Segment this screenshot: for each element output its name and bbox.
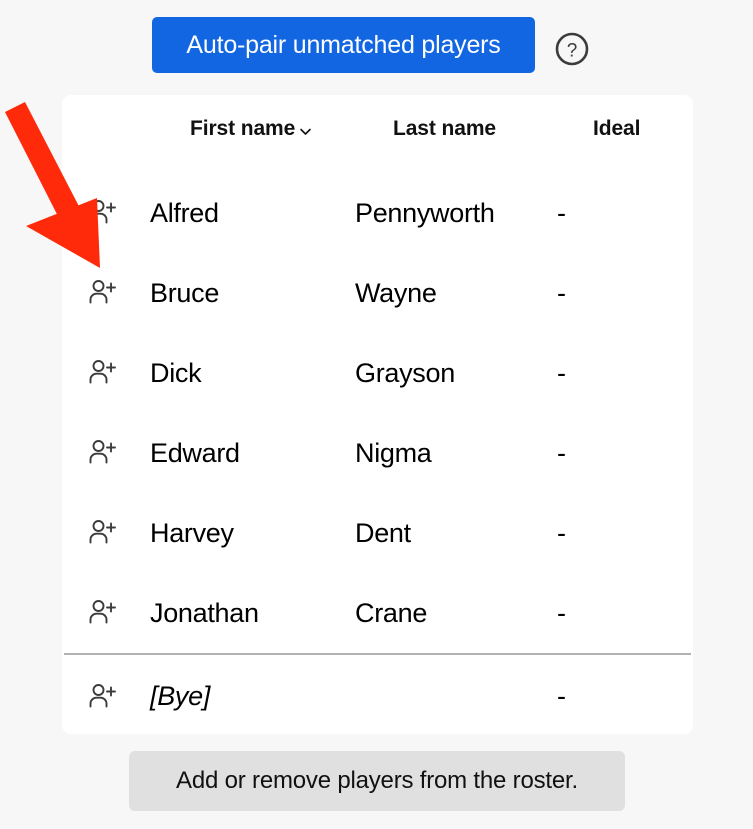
person-add-icon[interactable] (88, 198, 118, 228)
person-add-icon[interactable] (88, 278, 118, 308)
cell-ideal: - (557, 437, 566, 468)
cell-first-name: Edward (150, 437, 240, 468)
table-body: Alfred Pennyworth - Bruce Wayne - Dick Grayson -… (62, 173, 693, 738)
cell-first-name: Dick (150, 357, 202, 388)
cell-ideal: - (557, 681, 566, 711)
cell-last-name: Dent (355, 517, 411, 548)
column-header-first-name[interactable]: First name (190, 117, 312, 141)
table-row[interactable]: Harvey Dent - (62, 493, 693, 573)
cell-ideal: - (557, 597, 566, 628)
table-header-row: First name Last name Ideal (62, 95, 693, 173)
table-row[interactable]: Bruce Wayne - (62, 253, 693, 333)
cell-first-name: [Bye] (150, 681, 211, 711)
cell-last-name: Pennyworth (355, 197, 495, 228)
cell-first-name: Harvey (150, 517, 234, 548)
cell-last-name: Wayne (355, 277, 437, 308)
person-add-icon[interactable] (88, 438, 118, 468)
table-row[interactable]: Jonathan Crane - (62, 573, 693, 653)
cell-ideal: - (557, 277, 566, 308)
table-row[interactable]: Edward Nigma - (62, 413, 693, 493)
table-row[interactable]: Alfred Pennyworth - (62, 173, 693, 253)
cell-last-name: Nigma (355, 437, 432, 468)
auto-pair-unmatched-players-button[interactable]: Auto-pair unmatched players (152, 17, 535, 73)
cell-last-name: Grayson (355, 357, 455, 388)
chevron-down-icon (299, 125, 312, 138)
cell-ideal: - (557, 357, 566, 388)
cell-ideal: - (557, 517, 566, 548)
top-action-bar: Auto-pair unmatched players ? (0, 0, 753, 95)
cell-last-name: Crane (355, 597, 428, 628)
cell-ideal: - (557, 197, 566, 228)
cell-first-name: Bruce (150, 277, 220, 308)
person-add-icon[interactable] (88, 358, 118, 388)
person-add-icon[interactable] (88, 598, 118, 628)
roster-hint-button[interactable]: Add or remove players from the roster. (129, 751, 625, 811)
column-header-last-name[interactable]: Last name (393, 117, 496, 141)
table-row-bye[interactable]: [Bye] - (62, 655, 693, 738)
roster-card: First name Last name Ideal Alfred Pennywo… (62, 95, 693, 734)
cell-first-name: Alfred (150, 197, 219, 228)
person-add-icon[interactable] (88, 518, 118, 548)
help-circle-icon[interactable]: ? (554, 31, 590, 67)
person-add-icon[interactable] (88, 682, 118, 712)
column-header-first-name-label: First name (190, 117, 296, 140)
svg-text:?: ? (567, 41, 578, 62)
table-row[interactable]: Dick Grayson - (62, 333, 693, 413)
cell-first-name: Jonathan (150, 597, 259, 628)
column-header-ideal[interactable]: Ideal (593, 117, 640, 141)
